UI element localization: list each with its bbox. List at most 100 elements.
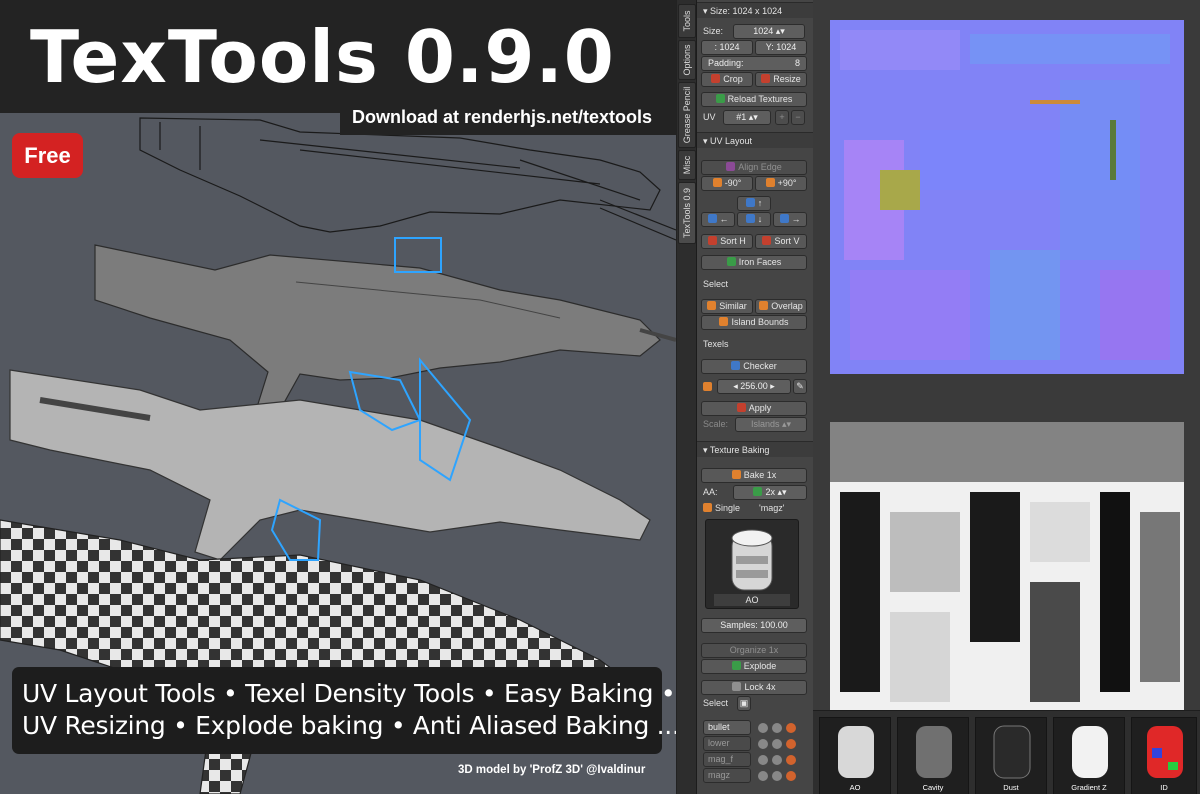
bake-mode-preview[interactable]: AO [705, 519, 799, 609]
align-edge-button[interactable]: Align Edge [701, 160, 807, 175]
ao-map-islands [830, 422, 1184, 710]
select-section-label: Select [703, 279, 729, 289]
rotate-minus-90-button[interactable]: -90° [701, 176, 753, 191]
page-title: TexTools 0.9.0 [30, 15, 615, 99]
texture-preview-area: AO Cavity Dust Gradient Z ID [813, 0, 1200, 794]
tab-options[interactable]: Options [678, 40, 696, 80]
checkbox-checked-icon [703, 503, 712, 512]
select-label: Select [703, 698, 729, 708]
tab-grease-pencil[interactable]: Grease Pencil [678, 82, 696, 148]
align-top-icon [745, 198, 755, 207]
gradient-z-thumbnail-icon [1072, 726, 1108, 778]
align-right-button[interactable]: → [773, 212, 807, 227]
sort-v-icon [762, 236, 772, 245]
crop-icon [711, 74, 721, 83]
align-top-button[interactable]: ↑ [737, 196, 771, 211]
sort-h-icon [708, 236, 718, 245]
ao-map-texture [830, 422, 1184, 710]
eyedropper-button[interactable]: ✎ [793, 379, 807, 394]
select-similar-button[interactable]: Similar [701, 299, 753, 314]
reload-icon [715, 94, 725, 103]
resize-button[interactable]: Resize [755, 72, 807, 87]
thumbnail-id[interactable]: ID [1131, 717, 1197, 794]
tab-misc[interactable]: Misc [678, 150, 696, 180]
tab-tools[interactable]: Tools [678, 4, 696, 38]
uv-remove-button[interactable]: − [791, 110, 805, 125]
align-bottom-icon [745, 214, 755, 223]
bake-set-sphere-icons [758, 723, 796, 781]
aa-icon [753, 487, 763, 496]
title-banner: TexTools 0.9.0 [0, 0, 676, 113]
normal-map-islands [830, 20, 1184, 374]
sort-h-button[interactable]: Sort H [701, 234, 753, 249]
texel-density-icon [703, 382, 712, 391]
thumbnail-gradient-z[interactable]: Gradient Z [1053, 717, 1125, 794]
island-bounds-icon [719, 317, 729, 326]
size-x-field[interactable]: : 1024 [701, 40, 753, 55]
iron-faces-button[interactable]: Iron Faces [701, 255, 807, 270]
iron-icon [726, 257, 736, 266]
size-section-header[interactable]: ▾ Size: 1024 x 1024 [697, 2, 814, 18]
island-bounds-button[interactable]: Island Bounds [701, 315, 807, 330]
texel-density-field[interactable]: ◂ 256.00 ▸ [717, 379, 791, 394]
bake-set-icons [755, 720, 807, 784]
organize-button[interactable]: Organize 1x [701, 643, 807, 658]
bake-button[interactable]: Bake 1x [701, 468, 807, 483]
rotate-plus-90-button[interactable]: +90° [755, 176, 807, 191]
sort-v-button[interactable]: Sort V [755, 234, 807, 249]
bake-set-item[interactable]: bullet [703, 720, 751, 735]
padding-field[interactable]: Padding: 8 [701, 56, 807, 71]
bake-set-item[interactable]: magz [703, 768, 751, 783]
single-object-name: 'magz' [759, 503, 785, 513]
uv-layout-section-header[interactable]: ▾ UV Layout [697, 132, 814, 148]
apply-button[interactable]: Apply [701, 401, 807, 416]
rifle-gray-2 [9, 357, 651, 561]
thumbnail-ao[interactable]: AO [819, 717, 891, 794]
size-y-field[interactable]: Y: 1024 [755, 40, 807, 55]
download-link[interactable]: Download at renderhjs.net/textools [352, 107, 652, 128]
reload-textures-button[interactable]: Reload Textures [701, 92, 807, 107]
bake-set-item[interactable]: mag_f [703, 752, 751, 767]
scale-label: Scale: [703, 419, 729, 429]
uv-channel-dropdown[interactable]: #1 ▴▾ [723, 110, 771, 125]
align-bottom-button[interactable]: ↓ [737, 212, 771, 227]
lock-button[interactable]: Lock 4x [701, 680, 807, 695]
uv-add-button[interactable]: + [775, 110, 789, 125]
texels-section-label: Texels [703, 339, 729, 349]
uv-label: UV [703, 112, 716, 122]
crop-button[interactable]: Crop [701, 72, 753, 87]
rotate-ccw-icon [712, 178, 722, 187]
single-checkbox[interactable]: Single [703, 501, 740, 516]
features-line-1: UV Layout Tools • Texel Density Tools • … [22, 679, 676, 708]
explode-button[interactable]: Explode [701, 659, 807, 674]
bake-set-item[interactable]: lower [703, 736, 751, 751]
thumbnail-dust[interactable]: Dust [975, 717, 1047, 794]
select-bake-button[interactable]: ▣ [737, 696, 751, 711]
model-credit: 3D model by 'ProfZ 3D' @Ivaldinur [458, 764, 646, 776]
align-left-button[interactable]: ← [701, 212, 735, 227]
similar-icon [707, 301, 717, 310]
align-edge-icon [726, 162, 736, 171]
hero-viewport: TexTools 0.9.0 Download at renderhjs.net… [0, 0, 676, 794]
size-dropdown[interactable]: 1024 ▴▾ [733, 24, 805, 39]
aa-label: AA: [703, 487, 718, 497]
checker-button[interactable]: Checker [701, 359, 807, 374]
cavity-thumbnail-icon [916, 726, 952, 778]
texture-baking-section-header[interactable]: ▾ Texture Baking [697, 441, 814, 457]
align-right-icon [779, 214, 789, 223]
features-line-2: UV Resizing • Explode baking • Anti Alia… [22, 711, 676, 740]
blender-tool-shelf: Tools Options Grease Pencil Misc TexTool… [676, 0, 814, 794]
thumbnail-cavity[interactable]: Cavity [897, 717, 969, 794]
scale-dropdown[interactable]: Islands ▴▾ [735, 417, 807, 432]
samples-field[interactable]: Samples: 100.00 [701, 618, 807, 633]
textools-panel: ▾ Size: 1024 x 1024 Size: 1024 ▴▾ : 1024… [697, 0, 814, 794]
bake-mode-label: AO [714, 594, 790, 606]
overlap-icon [759, 301, 769, 310]
select-overlap-button[interactable]: Overlap [755, 299, 807, 314]
id-thumbnail-icon [1147, 726, 1183, 778]
aa-dropdown[interactable]: 2x ▴▾ [733, 485, 807, 500]
rifle-gray-1 [94, 237, 676, 411]
lock-icon [732, 682, 742, 691]
tab-textools[interactable]: TexTools 0.9 [678, 182, 696, 244]
explode-icon [731, 661, 741, 670]
